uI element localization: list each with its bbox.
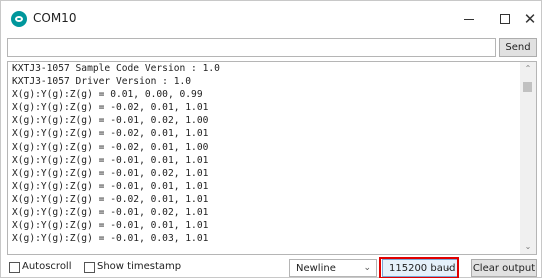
output-line: X(g):Y(g):Z(g) = -0.02, 0.01, 1.01 [12, 128, 209, 140]
send-row: Send [1, 37, 541, 59]
output-line: X(g):Y(g):Z(g) = -0.01, 0.01, 1.01 [12, 180, 209, 192]
send-input[interactable] [7, 38, 496, 57]
line-ending-select[interactable]: Newline ⌄ [289, 259, 377, 277]
chevron-down-icon: ⌄ [363, 263, 371, 273]
close-button[interactable]: ✕ [517, 5, 542, 33]
output-line: X(g):Y(g):Z(g) = -0.01, 0.03, 1.01 [12, 233, 209, 245]
timestamp-label[interactable]: Show timestamp [97, 261, 181, 272]
timestamp-checkbox[interactable] [84, 262, 95, 273]
output-line: KXTJ3-1057 Driver Version : 1.0 [12, 76, 192, 88]
autoscroll-label[interactable]: Autoscroll [22, 261, 72, 272]
vertical-scrollbar[interactable]: ⌃ ⌄ [520, 62, 536, 254]
output-line: X(g):Y(g):Z(g) = -0.01, 0.01, 1.01 [12, 154, 209, 166]
send-button[interactable]: Send [499, 38, 537, 57]
output-lines: KXTJ3-1057 Sample Code Version : 1.0 KXTJ… [12, 62, 517, 245]
title-bar: COM10 ✕ [1, 1, 541, 37]
output-line: X(g):Y(g):Z(g) = -0.01, 0.02, 1.01 [12, 167, 209, 179]
output-line: X(g):Y(g):Z(g) = -0.01, 0.02, 1.00 [12, 115, 209, 127]
output-line: X(g):Y(g):Z(g) = -0.01, 0.02, 1.01 [12, 207, 209, 219]
output-line: X(g):Y(g):Z(g) = -0.02, 0.01, 1.00 [12, 141, 209, 153]
clear-output-button[interactable]: Clear output [471, 259, 537, 277]
serial-output[interactable]: KXTJ3-1057 Sample Code Version : 1.0 KXTJ… [7, 61, 537, 255]
output-line: X(g):Y(g):Z(g) = -0.01, 0.01, 1.01 [12, 220, 209, 232]
output-line: X(g):Y(g):Z(g) = -0.02, 0.01, 1.01 [12, 102, 209, 114]
line-ending-value: Newline [296, 262, 336, 274]
window-title: COM10 [33, 11, 77, 25]
output-line: KXTJ3-1057 Sample Code Version : 1.0 [12, 63, 220, 74]
autoscroll-checkbox[interactable] [9, 262, 20, 273]
output-line: X(g):Y(g):Z(g) = 0.01, 0.00, 0.99 [12, 89, 203, 101]
minimize-button[interactable] [449, 5, 489, 33]
output-line: X(g):Y(g):Z(g) = -0.02, 0.01, 1.01 [12, 193, 209, 205]
close-icon: ✕ [523, 9, 537, 28]
maximize-icon [500, 14, 510, 24]
scroll-down-icon[interactable]: ⌄ [524, 243, 532, 251]
scroll-up-icon[interactable]: ⌃ [524, 65, 532, 73]
serial-monitor-window: COM10 ✕ Send KXTJ3-1057 Sample Code Vers… [0, 0, 542, 278]
bottom-toolbar: Autoscroll Show timestamp Newline ⌄ 1152… [1, 257, 541, 278]
baud-rate-highlight [379, 257, 459, 278]
minimize-icon [464, 18, 474, 20]
scroll-thumb[interactable] [523, 82, 532, 92]
arduino-icon [11, 11, 27, 27]
